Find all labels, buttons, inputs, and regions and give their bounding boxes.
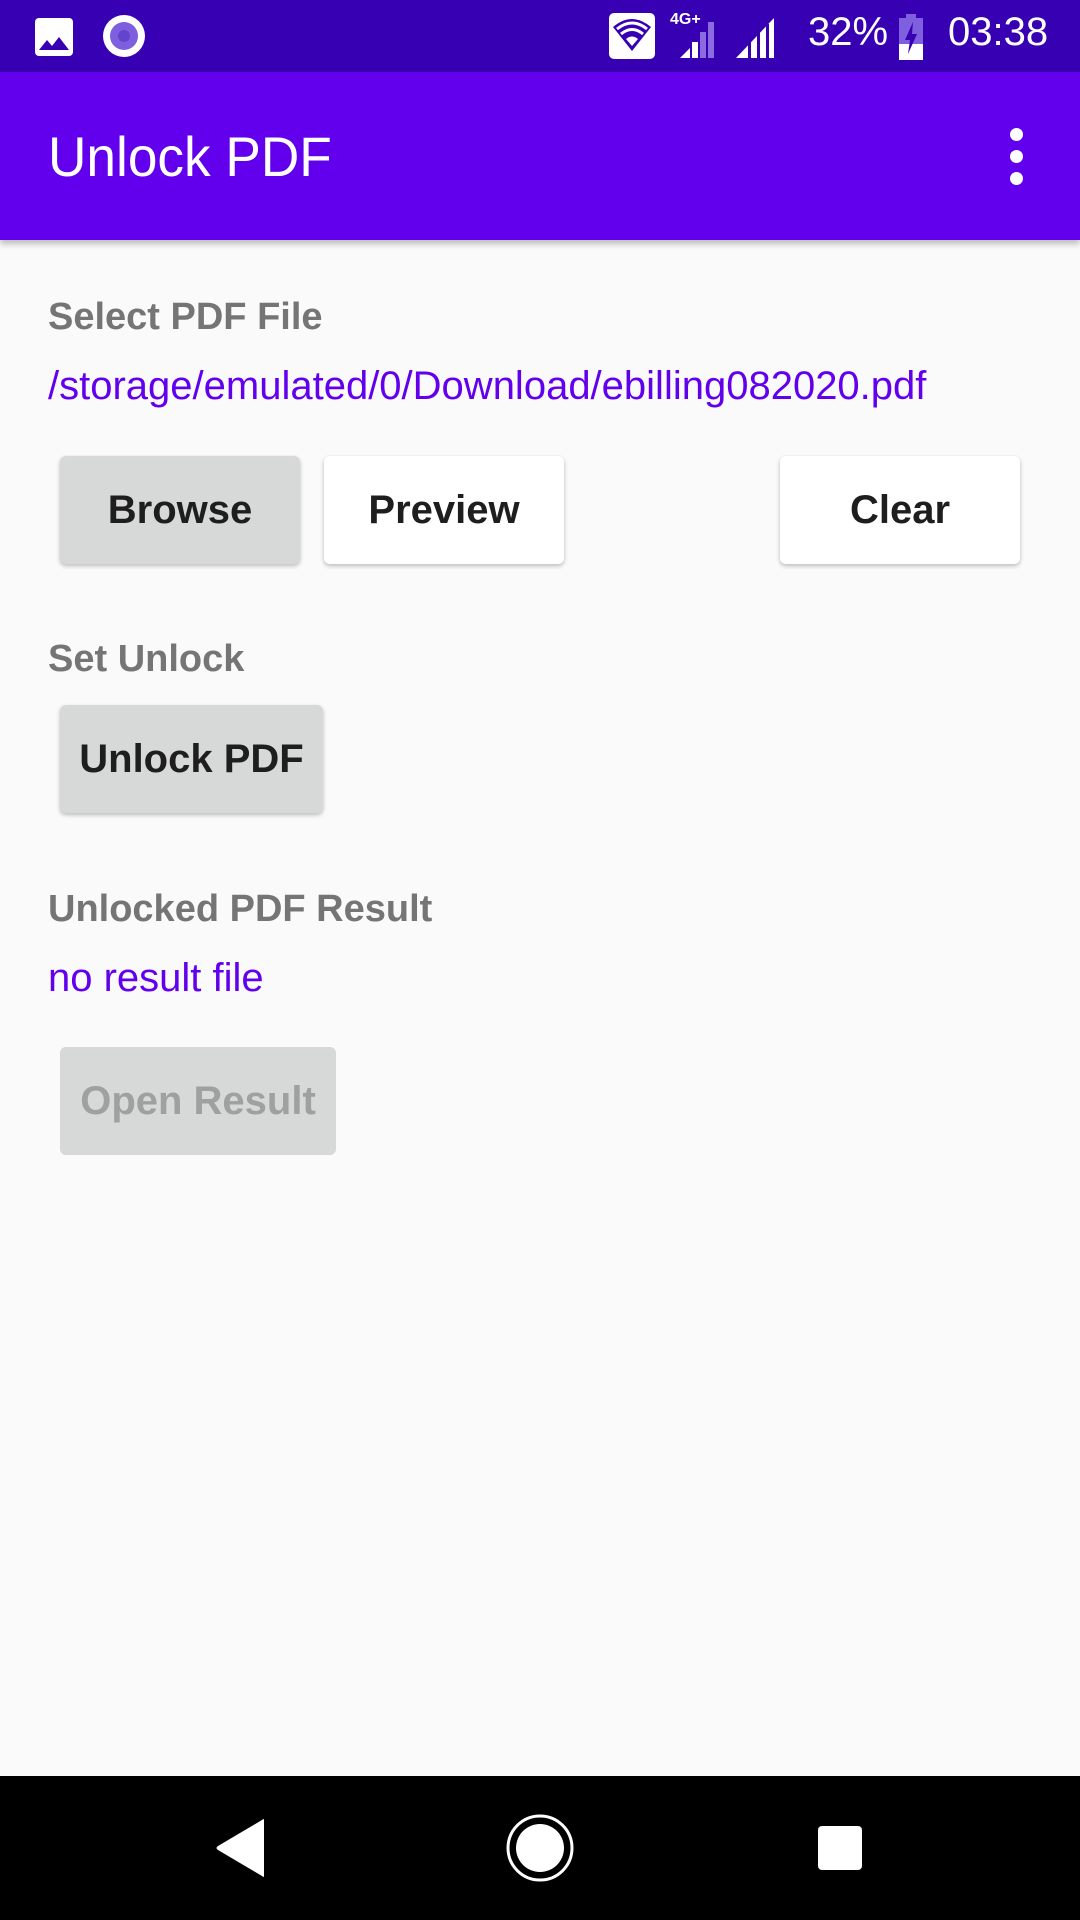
result-label: Unlocked PDF Result	[48, 888, 433, 930]
clock: 03:38	[948, 10, 1049, 54]
app-bar: Unlock PDF	[0, 72, 1080, 240]
select-pdf-label: Select PDF File	[48, 296, 323, 338]
unlock-pdf-button[interactable]: Unlock PDF	[60, 705, 323, 813]
more-options-button[interactable]	[976, 116, 1056, 196]
clear-button[interactable]: Clear	[780, 456, 1020, 564]
set-unlock-label: Set Unlock	[48, 638, 245, 680]
circle-notification-icon	[102, 14, 146, 63]
battery-percent: 32%	[808, 10, 889, 54]
recents-icon	[818, 1826, 862, 1870]
more-vert-icon	[1009, 127, 1023, 141]
svg-text:4G+: 4G+	[670, 11, 701, 28]
open-result-button[interactable]: Open Result	[60, 1047, 336, 1155]
navigation-bar	[0, 1776, 1080, 1920]
home-button[interactable]	[500, 1808, 580, 1888]
preview-button[interactable]: Preview	[324, 456, 564, 564]
app-title: Unlock PDF	[48, 125, 332, 188]
selected-file-path: /storage/emulated/0/Download/ebilling082…	[48, 364, 927, 408]
back-button[interactable]	[200, 1808, 280, 1888]
back-icon	[216, 1819, 264, 1877]
status-bar: 4G+ 32% 03:38	[0, 0, 1080, 72]
battery-charging-icon	[898, 14, 924, 65]
browse-button[interactable]: Browse	[60, 456, 300, 564]
signal-icon	[734, 14, 776, 63]
recents-button[interactable]	[800, 1808, 880, 1888]
image-notification-icon	[34, 17, 74, 62]
wifi-icon	[609, 13, 655, 64]
signal-4g-plus-icon: 4G+	[668, 8, 722, 65]
home-icon	[506, 1814, 574, 1882]
result-status: no result file	[48, 956, 264, 1000]
